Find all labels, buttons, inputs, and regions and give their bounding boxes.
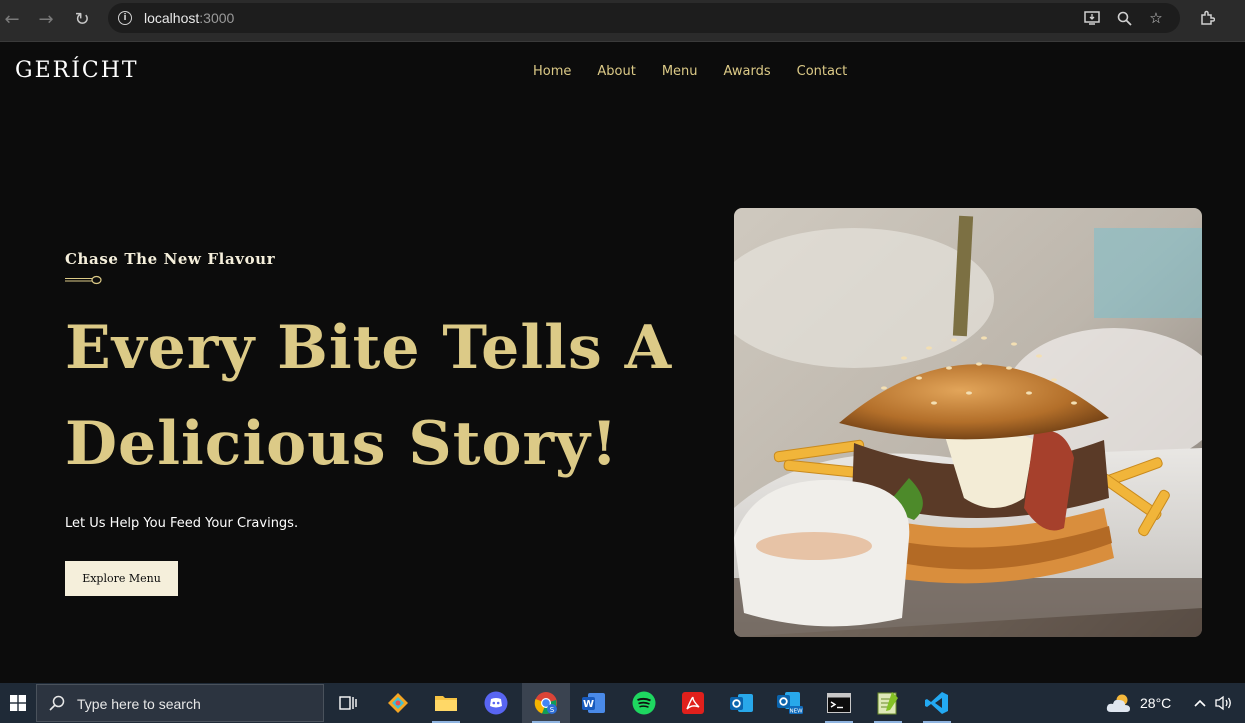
nav-link-menu[interactable]: Menu (662, 64, 698, 79)
address-bar[interactable]: i localhost:3000 ☆ (108, 3, 1180, 33)
nav-link-about[interactable]: About (597, 64, 635, 79)
chrome-icon[interactable]: S (522, 683, 570, 723)
hero-subtitle: Chase The New Flavour (65, 250, 276, 268)
discord-icon[interactable] (474, 683, 518, 723)
hero-title-line-1: Every Bite Tells A (65, 313, 673, 383)
spotify-icon[interactable] (622, 683, 666, 723)
site-logo[interactable]: GERÍCHT (15, 58, 139, 83)
svg-text:NEW: NEW (789, 709, 803, 715)
windows-start-icon[interactable] (0, 683, 36, 723)
site-nav: Home About Menu Awards Contact (533, 64, 873, 79)
outlook-icon[interactable] (720, 683, 764, 723)
burger-image (734, 208, 1202, 637)
weather-widget[interactable]: 28°C (1106, 683, 1171, 723)
browser-toolbar: ← → ↻ i localhost:3000 ☆ (0, 0, 1245, 42)
site-info-icon[interactable]: i (118, 11, 132, 25)
forward-icon[interactable]: → (35, 8, 57, 30)
back-icon[interactable]: ← (1, 8, 23, 30)
reload-icon[interactable]: ↻ (71, 8, 93, 30)
task-view-icon[interactable] (326, 683, 370, 723)
zoom-icon[interactable] (1115, 9, 1133, 27)
taskbar-search-placeholder: Type here to search (77, 696, 201, 712)
bookmark-star-icon[interactable]: ☆ (1147, 9, 1165, 27)
app-gitkraken-icon[interactable] (376, 683, 420, 723)
word-icon[interactable]: W (572, 683, 616, 723)
temperature-text: 28°C (1140, 695, 1172, 711)
svg-text:S: S (550, 706, 555, 714)
extensions-icon[interactable] (1197, 8, 1217, 28)
acrobat-reader-icon[interactable] (671, 683, 715, 723)
vscode-icon[interactable] (915, 683, 959, 723)
nav-link-awards[interactable]: Awards (724, 64, 771, 79)
spoon-icon (65, 275, 102, 285)
nav-link-home[interactable]: Home (533, 64, 571, 79)
explore-menu-button[interactable]: Explore Menu (65, 561, 178, 596)
notepad-plus-icon[interactable] (866, 683, 910, 723)
terminal-icon[interactable] (817, 683, 861, 723)
windows-taskbar: Type here to search S W NEW 28°C (0, 683, 1245, 723)
outlook-new-icon[interactable]: NEW (768, 683, 812, 723)
svg-text:W: W (583, 699, 594, 710)
hero-text: Let Us Help You Feed Your Cravings. (65, 516, 299, 531)
nav-link-contact[interactable]: Contact (797, 64, 848, 79)
volume-icon[interactable] (1215, 683, 1233, 723)
install-app-icon[interactable] (1083, 9, 1101, 27)
url-text[interactable]: localhost:3000 (144, 10, 234, 26)
search-icon (49, 695, 65, 711)
file-explorer-icon[interactable] (424, 683, 468, 723)
taskbar-search-box[interactable]: Type here to search (36, 684, 324, 722)
cloudy-weather-icon (1106, 694, 1130, 712)
hero-title-line-2: Delicious Story! (65, 409, 619, 479)
hero-title: Every Bite Tells A Delicious Story! (65, 300, 685, 492)
tray-chevron-icon[interactable] (1193, 683, 1207, 723)
